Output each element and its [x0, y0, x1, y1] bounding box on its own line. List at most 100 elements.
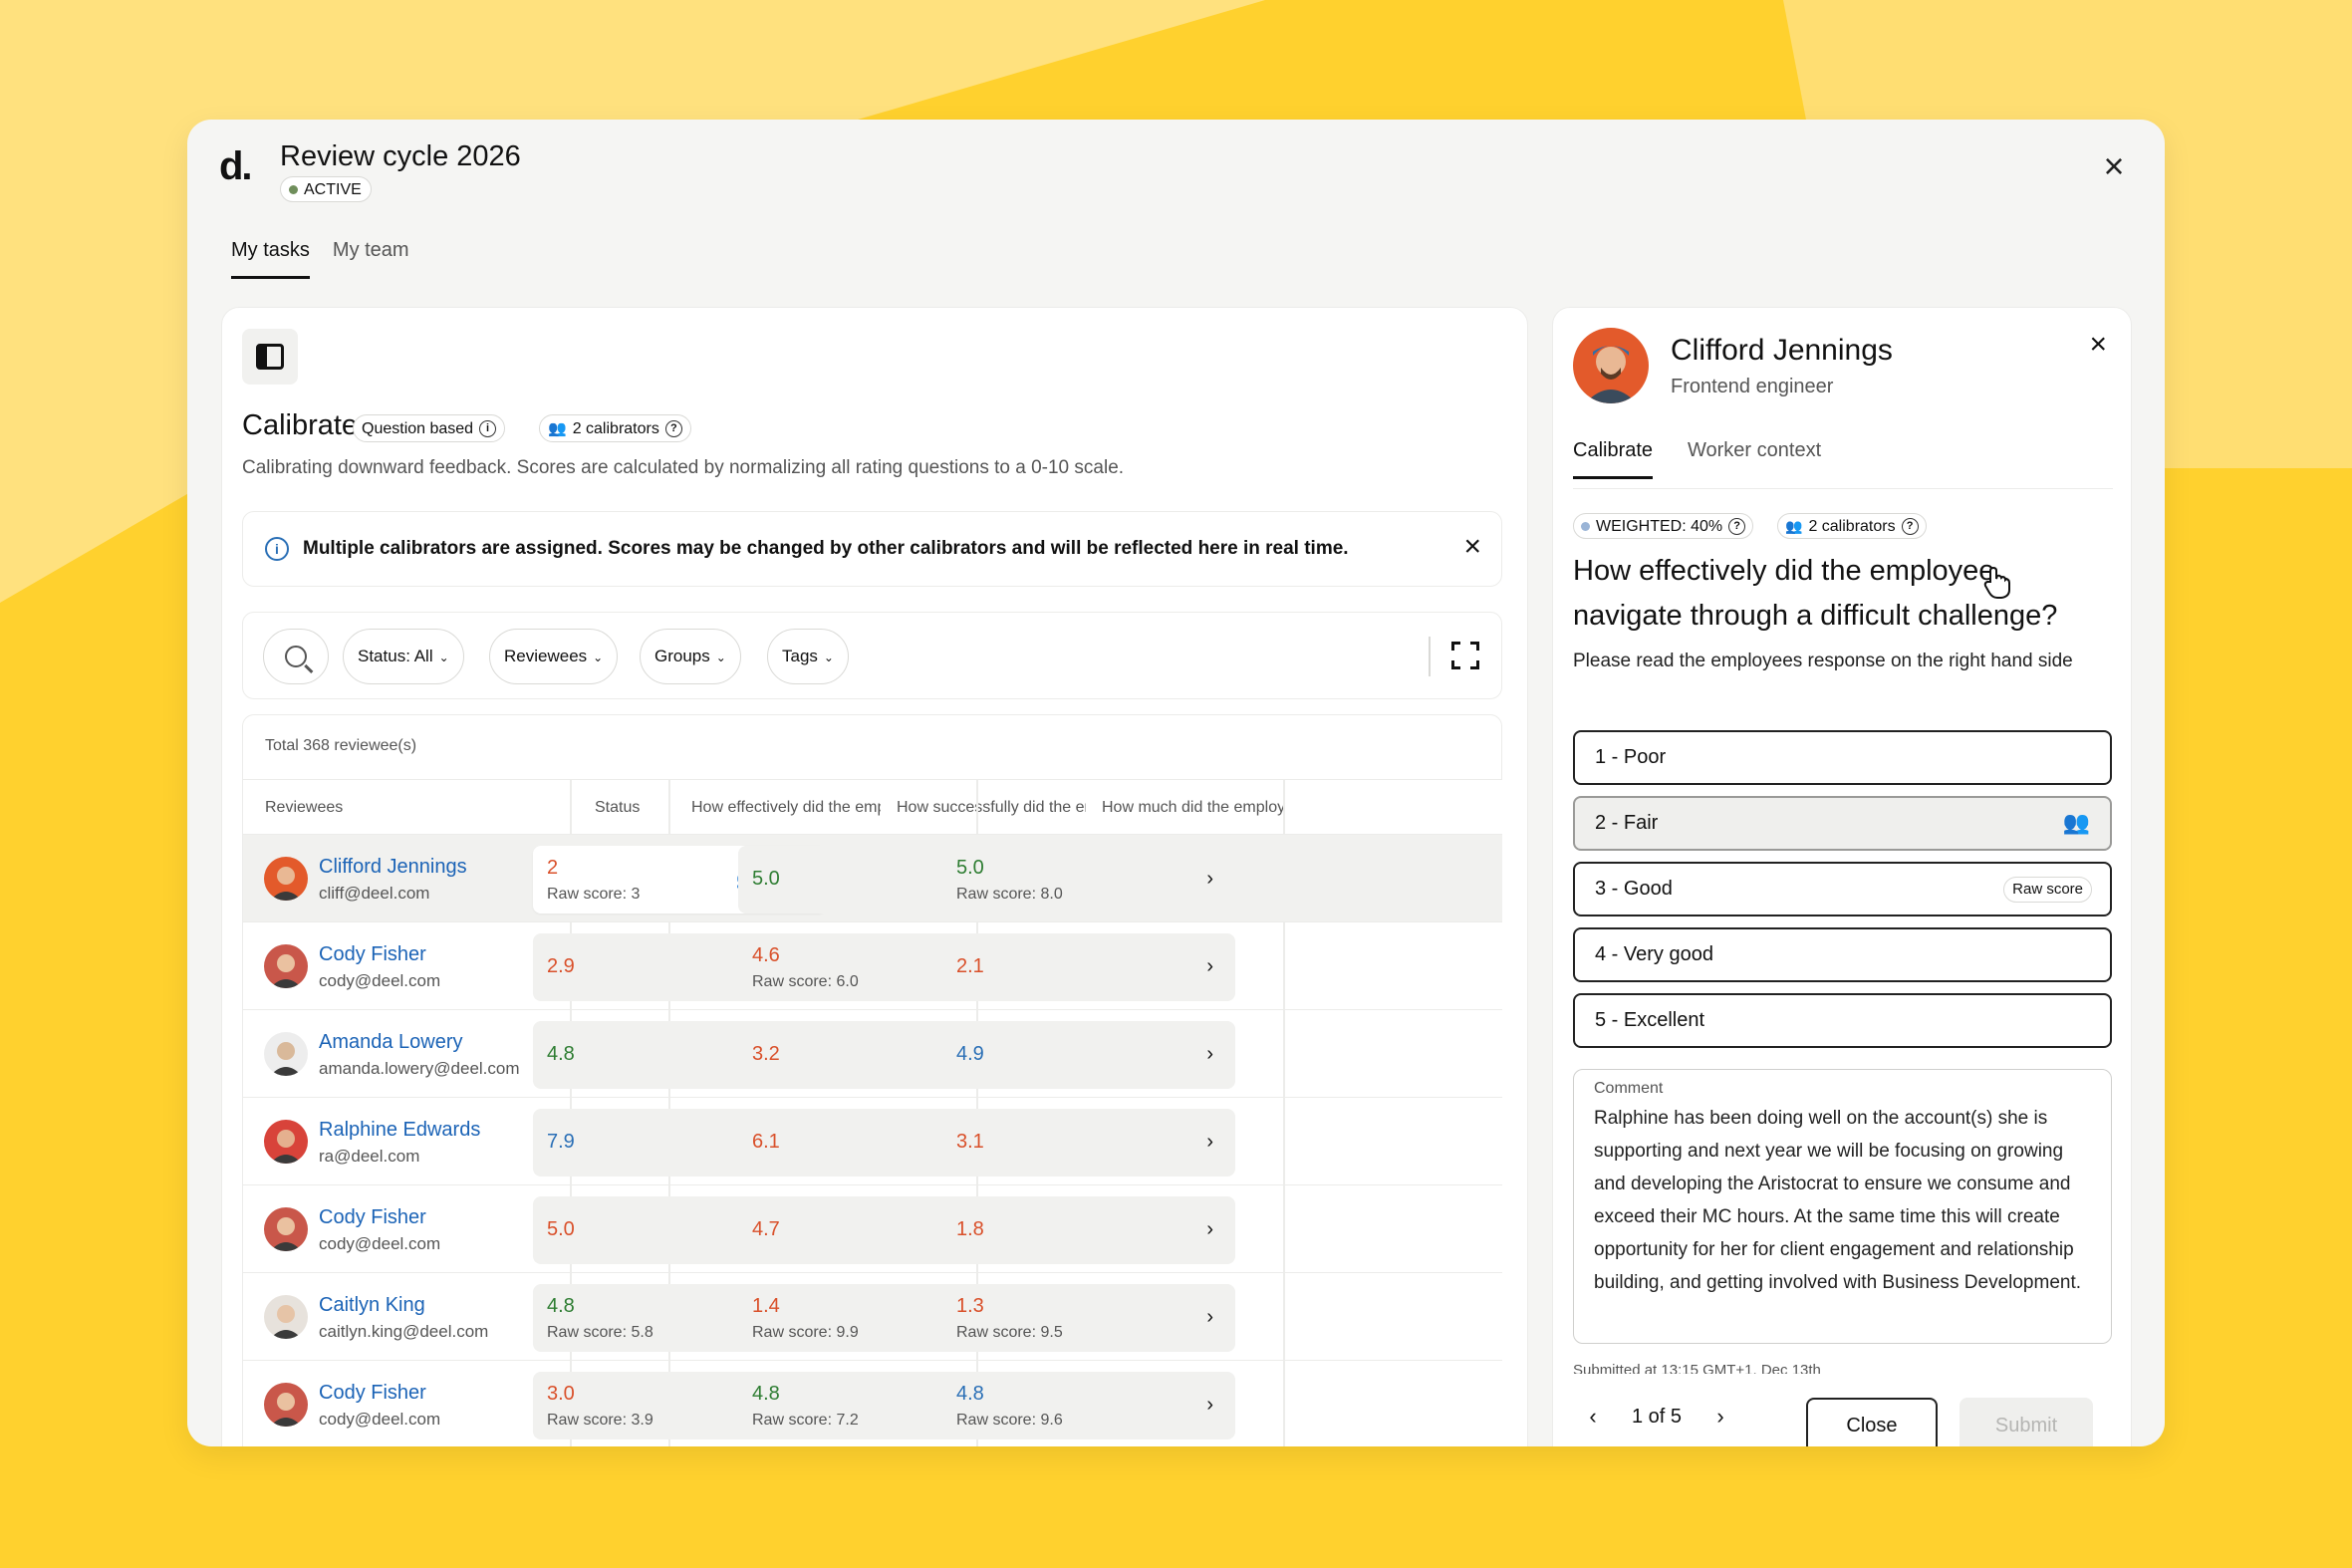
chevron-right-icon: › — [1206, 1043, 1213, 1065]
score-value: 2.1 — [956, 955, 984, 977]
table-row[interactable]: Caitlyn Kingcaitlyn.king@deel.com✓4.8Raw… — [243, 1273, 1502, 1361]
avatar — [264, 1120, 308, 1164]
table-row[interactable]: Clifford Jenningscliff@deel.com✓2Raw sco… — [243, 835, 1502, 922]
option-label: 5 - Excellent — [1595, 1009, 1705, 1031]
tab-my-team[interactable]: My team — [333, 239, 409, 279]
reviewee-email: amanda.lowery@deel.com — [319, 1059, 520, 1078]
column-header[interactable]: Status — [595, 799, 640, 817]
comment-field[interactable]: Comment Ralphine has been doing well on … — [1573, 1069, 2112, 1344]
reviewee-email: ra@deel.com — [319, 1147, 420, 1166]
raw-score-tag: Raw score — [2003, 877, 2092, 903]
column-header[interactable]: How successfully did the emplo... — [897, 799, 1086, 817]
rating-option-poor[interactable]: 1 - Poor — [1573, 730, 2112, 785]
column-header[interactable]: Reviewees — [265, 799, 343, 817]
table-row[interactable]: Cody Fishercody@deel.com✓2.9›4.6Raw scor… — [243, 922, 1502, 1010]
banner-text: Multiple calibrators are assigned. Score… — [303, 538, 1349, 559]
info-icon: i — [265, 537, 289, 561]
status-text: ACTIVE — [304, 180, 362, 198]
chevron-down-icon: ⌄ — [438, 651, 449, 664]
score-value: 6.1 — [752, 1131, 780, 1153]
close-icon[interactable]: × — [2089, 328, 2107, 362]
table-row[interactable]: Cody Fishercody@deel.com✓3.0Raw score: 3… — [243, 1361, 1502, 1446]
avatar — [264, 1383, 308, 1427]
chip-label: WEIGHTED: 40% — [1596, 517, 1723, 535]
option-label: 2 - Fair — [1595, 812, 1659, 834]
rating-option-excellent[interactable]: 5 - Excellent — [1573, 993, 2112, 1048]
reviewee-name[interactable]: Clifford Jennings — [319, 856, 467, 879]
score-value: 5.0 — [752, 868, 780, 890]
people-icon: 👥 — [2062, 810, 2090, 835]
reviewees-table: Reviewees Status How effectively did the… — [242, 779, 1502, 1446]
sidebar-toggle-icon — [256, 344, 284, 370]
tags-filter[interactable]: Tags ⌄ — [767, 629, 849, 684]
rating-option-fair[interactable]: 2 - Fair 👥 — [1573, 796, 2112, 851]
rating-option-very-good[interactable]: 4 - Very good — [1573, 927, 2112, 982]
column-header[interactable]: How much did the employ — [1102, 799, 1301, 817]
avatar — [264, 1295, 308, 1339]
reviewee-name: Clifford Jennings — [1671, 334, 1893, 367]
panel-tabs: Calibrate Worker context — [1573, 439, 2113, 489]
reviewee-name[interactable]: Caitlyn King — [319, 1294, 425, 1317]
reviewee-name[interactable]: Cody Fisher — [319, 943, 426, 966]
groups-filter[interactable]: Groups ⌄ — [640, 629, 741, 684]
calibrate-description: Calibrating downward feedback. Scores ar… — [242, 457, 1125, 478]
reviewee-name[interactable]: Amanda Lowery — [319, 1031, 463, 1054]
reviewees-filter[interactable]: Reviewees ⌄ — [489, 629, 619, 684]
score-cell[interactable]: 4.8 Raw score: 9.6 › — [942, 1372, 1235, 1439]
score-cell[interactable]: 4.9 › — [942, 1021, 1235, 1089]
reviewee-email: cody@deel.com — [319, 1234, 441, 1253]
chip-label: Question based — [362, 419, 474, 437]
chevron-left-icon[interactable]: ‹ — [1573, 1404, 1613, 1430]
table-row[interactable]: Ralphine Edwardsra@deel.com×7.9›6.1›3.1› — [243, 1098, 1502, 1185]
avatar — [264, 857, 308, 901]
score-cell[interactable]: 3.1 › — [942, 1109, 1235, 1176]
score-cell[interactable]: 5.0 Raw score: 8.0 › — [942, 846, 1235, 914]
score-value: 3.0 — [547, 1383, 575, 1405]
score-value: 2 — [547, 857, 559, 879]
table-row[interactable]: Amanda Loweryamanda.lowery@deel.com×4.8›… — [243, 1010, 1502, 1098]
question-based-chip: Question based i — [353, 414, 506, 442]
search-button[interactable] — [263, 629, 329, 684]
submit-button[interactable]: Submit — [1960, 1398, 2093, 1446]
sidebar-toggle-button[interactable] — [242, 329, 298, 385]
help-icon[interactable]: ? — [1901, 517, 1919, 535]
help-icon[interactable]: ? — [664, 419, 682, 437]
info-icon[interactable]: i — [479, 419, 497, 437]
question-text: How effectively did the employee navigat… — [1573, 555, 2058, 632]
avatar — [264, 1207, 308, 1251]
main-tabs: My tasks My team — [231, 239, 409, 279]
score-cell[interactable]: 2.1 › — [942, 933, 1235, 1001]
status-filter[interactable]: Status: All ⌄ — [343, 629, 464, 684]
expand-icon[interactable] — [1451, 642, 1479, 669]
close-button[interactable]: Close — [1806, 1398, 1938, 1446]
chevron-down-icon: ⌄ — [593, 651, 604, 664]
close-icon[interactable]: × — [1463, 530, 1481, 564]
option-label: 1 - Poor — [1595, 746, 1667, 768]
tab-worker-context[interactable]: Worker context — [1688, 439, 1821, 476]
hand-cursor-icon — [1983, 566, 2010, 599]
reviewee-name[interactable]: Cody Fisher — [319, 1206, 426, 1229]
chip-label: 2 calibrators — [1808, 517, 1896, 535]
close-icon[interactable]: × — [2097, 148, 2131, 185]
column-header[interactable]: How effectively did the employe... — [691, 799, 881, 817]
reviewee-name[interactable]: Ralphine Edwards — [319, 1119, 480, 1142]
people-icon: 👥 — [548, 419, 567, 437]
score-cell[interactable]: 1.3 Raw score: 9.5 › — [942, 1284, 1235, 1352]
tab-my-tasks[interactable]: My tasks — [231, 239, 310, 279]
search-icon — [285, 646, 307, 667]
score-cell[interactable]: 1.8 › — [942, 1196, 1235, 1264]
rating-option-good[interactable]: 3 - Good Raw score — [1573, 862, 2112, 916]
reviewee-name[interactable]: Cody Fisher — [319, 1382, 426, 1405]
filter-label: Tags — [782, 647, 818, 665]
tab-calibrate[interactable]: Calibrate — [1573, 439, 1654, 479]
score-value: 7.9 — [547, 1131, 575, 1153]
calibrate-panel: Calibrate Question based i 👥 2 calibrato… — [221, 307, 1528, 1446]
weighted-chip: WEIGHTED: 40% ? — [1573, 513, 1754, 539]
table-row[interactable]: Cody Fishercody@deel.com×5.0›4.7›1.8› — [243, 1185, 1502, 1273]
comment-label: Comment — [1594, 1080, 1664, 1097]
info-banner: i Multiple calibrators are assigned. Sco… — [242, 511, 1502, 587]
chevron-right-icon: › — [1206, 1131, 1213, 1153]
score-value: 4.8 — [956, 1383, 984, 1405]
help-icon[interactable]: ? — [1728, 517, 1746, 535]
chevron-right-icon[interactable]: › — [1700, 1404, 1740, 1430]
